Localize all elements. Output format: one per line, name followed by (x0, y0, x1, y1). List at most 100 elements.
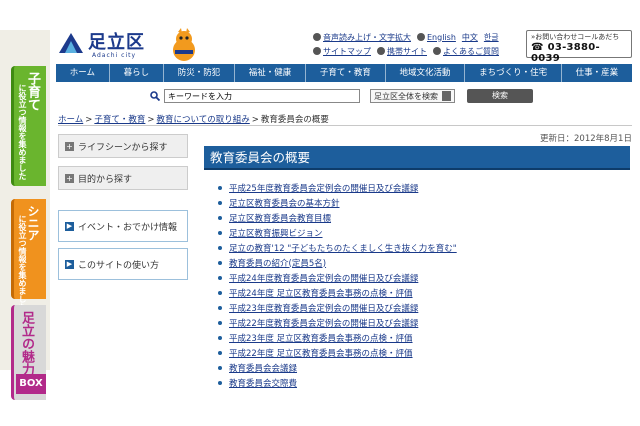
content-link[interactable]: 平成22年度教育委員会定例会の開催日及び会議録 (229, 317, 418, 329)
content-link[interactable]: 平成24年度 足立区教育委員会事務の点検・評価 (229, 287, 413, 299)
english-link[interactable]: English (417, 33, 456, 42)
menu-events-label: イベント・おでかけ情報 (78, 222, 178, 233)
menu-life-scene-label: ライフシーンから探す (78, 142, 168, 153)
phone-icon: ☎ (531, 42, 544, 53)
accessibility-link[interactable]: 音声読み上げ・文字拡大 (313, 32, 411, 43)
menu-purpose[interactable]: + 目的から探す (58, 166, 188, 190)
content-link[interactable]: 平成25年度教育委員会定例会の開催日及び会議録 (229, 182, 418, 194)
call-center-label: »お問い合わせコールあだち (531, 33, 620, 41)
chinese-link[interactable]: 中文 (462, 32, 478, 43)
bullet-icon (218, 380, 222, 385)
plus-icon: + (65, 141, 74, 151)
menu-purpose-label: 目的から探す (78, 174, 133, 185)
list-item: 平成24年度教育委員会定例会の開催日及び会議録 (218, 270, 457, 285)
globe-icon (417, 33, 425, 41)
content-link[interactable]: 足立区教育委員会の基本方針 (229, 197, 340, 209)
call-center-box[interactable]: »お問い合わせコールあだち ☎ 03-3880-0039 (526, 30, 632, 64)
menu-site-usage-label: このサイトの使い方 (78, 260, 160, 271)
sitemap-link[interactable]: サイトマップ (313, 46, 371, 57)
sitemap-link-label: サイトマップ (323, 46, 371, 56)
content-link[interactable]: 足立区教育委員会教育目標 (229, 212, 331, 224)
bullet-icon (218, 245, 222, 250)
nav-safety[interactable]: 防災・防犯 (164, 64, 236, 82)
mountain-logo-icon (58, 32, 84, 54)
content-link-list: 平成25年度教育委員会定例会の開催日及び会議録 足立区教育委員会の基本方針 足立… (218, 180, 457, 390)
bullet-icon (218, 290, 222, 295)
nav-town[interactable]: まちづくり・住宅 (465, 64, 562, 82)
breadcrumb-separator: > (251, 115, 259, 125)
nav-work[interactable]: 仕事・産業 (562, 64, 632, 82)
side-tab-childcare[interactable]: 子育て に役立つ情報を集めました (11, 66, 46, 186)
list-item: 足立区教育振興ビジョン (218, 225, 457, 240)
nav-childcare[interactable]: 子育て・教育 (306, 64, 386, 82)
updated-date: 更新日：2012年8月1日 (540, 134, 632, 144)
arrow-right-icon: ▶ (65, 259, 74, 269)
breadcrumb-separator: > (85, 115, 93, 125)
content-link[interactable]: 足立の教育'12 "子どもたちのたくましく生き抜く力を育む" (229, 242, 457, 254)
page-title: 教育委員会の概要 (204, 146, 630, 170)
side-tab-senior[interactable]: シニア に役立つ情報を集めました (11, 199, 46, 311)
nav-welfare[interactable]: 福祉・健康 (235, 64, 307, 82)
faq-link[interactable]: よくあるご質問 (433, 46, 499, 57)
search-input[interactable] (164, 89, 360, 103)
breadcrumb-home[interactable]: ホーム (58, 115, 83, 125)
nav-home[interactable]: ホーム (56, 64, 110, 82)
arrow-right-icon: ▶ (65, 221, 74, 231)
header-links: 音声読み上げ・文字拡大 English 中文 한글 サイトマップ 携帯サイト よ… (313, 30, 523, 58)
nav-living[interactable]: 暮らし (110, 64, 164, 82)
bullet-icon (218, 275, 222, 280)
content-link[interactable]: 教育委員会交際費 (229, 377, 297, 389)
list-item: 教育委員会交際費 (218, 375, 457, 390)
side-tab-charm-box[interactable]: 足立の魅力 BOX (11, 305, 46, 400)
bullet-icon (218, 305, 222, 310)
plus-icon: + (65, 173, 74, 183)
mobile-site-link[interactable]: 携帯サイト (377, 46, 427, 57)
breadcrumb-childcare[interactable]: 子育て・教育 (94, 115, 145, 125)
list-item: 平成24年度 足立区教育委員会事務の点検・評価 (218, 285, 457, 300)
side-tabs: 子育て に役立つ情報を集めました シニア に役立つ情報を集めました 足立の魅力 … (0, 30, 50, 400)
korean-link[interactable]: 한글 (484, 32, 499, 43)
box-badge: BOX (16, 374, 46, 394)
list-item: 足立の教育'12 "子どもたちのたくましく生き抜く力を育む" (218, 240, 457, 255)
bullet-icon (218, 320, 222, 325)
list-item: 平成22年度教育委員会定例会の開催日及び会議録 (218, 315, 457, 330)
global-nav: ホーム 暮らし 防災・防犯 福祉・健康 子育て・教育 地域文化活動 まちづくり・… (56, 64, 632, 82)
breadcrumb-education[interactable]: 教育についての取り組み (157, 115, 250, 125)
logo-subtext: Adachi city (92, 52, 137, 59)
mascot-icon (168, 28, 200, 62)
content-link[interactable]: 平成22年度 足立区教育委員会事務の点検・評価 (229, 347, 413, 359)
divider (58, 125, 632, 126)
bullet-icon (218, 230, 222, 235)
content-link[interactable]: 平成23年度 足立区教育委員会事務の点検・評価 (229, 332, 413, 344)
breadcrumb-separator: > (147, 115, 155, 125)
side-tab-childcare-sub: に役立つ情報を集めました (18, 84, 27, 180)
accessibility-link-label: 音声読み上げ・文字拡大 (323, 32, 411, 42)
content-link[interactable]: 教育委員会会議録 (229, 362, 297, 374)
menu-site-usage[interactable]: ▶ このサイトの使い方 (58, 248, 188, 280)
bullet-icon (218, 365, 222, 370)
speaker-icon (313, 33, 321, 41)
question-icon (433, 47, 441, 55)
sitemap-icon (313, 47, 321, 55)
site-logo[interactable]: 足立区 Adachi city (58, 32, 145, 59)
list-item: 平成22年度 足立区教育委員会事務の点検・評価 (218, 345, 457, 360)
menu-events[interactable]: ▶ イベント・おでかけ情報 (58, 210, 188, 242)
list-item: 教育委員会会議録 (218, 360, 457, 375)
nav-culture[interactable]: 地域文化活動 (386, 64, 466, 82)
english-link-label: English (427, 32, 456, 42)
bullet-icon (218, 335, 222, 340)
search-icon (150, 91, 161, 102)
menu-life-scene[interactable]: + ライフシーンから探す (58, 134, 188, 158)
search-button[interactable]: 検索 (467, 89, 533, 103)
content-link[interactable]: 教育委員の紹介(定員5名) (229, 257, 326, 269)
search-bar: 足立区全体を検索 検索 (150, 89, 533, 103)
content-link[interactable]: 足立区教育振興ビジョン (229, 227, 323, 239)
content-link[interactable]: 平成24年度教育委員会定例会の開催日及び会議録 (229, 272, 418, 284)
side-tab-senior-sub: に役立つ情報を集めました (18, 215, 27, 311)
call-center-number: ☎ 03-3880-0039 (531, 42, 627, 64)
search-scope-select[interactable]: 足立区全体を検索 (370, 89, 455, 103)
content-link[interactable]: 平成23年度教育委員会定例会の開催日及び会議録 (229, 302, 418, 314)
faq-link-label: よくあるご質問 (443, 46, 499, 56)
list-item: 平成23年度教育委員会定例会の開催日及び会議録 (218, 300, 457, 315)
search-scope-value: 足立区全体を検索 (374, 91, 438, 101)
